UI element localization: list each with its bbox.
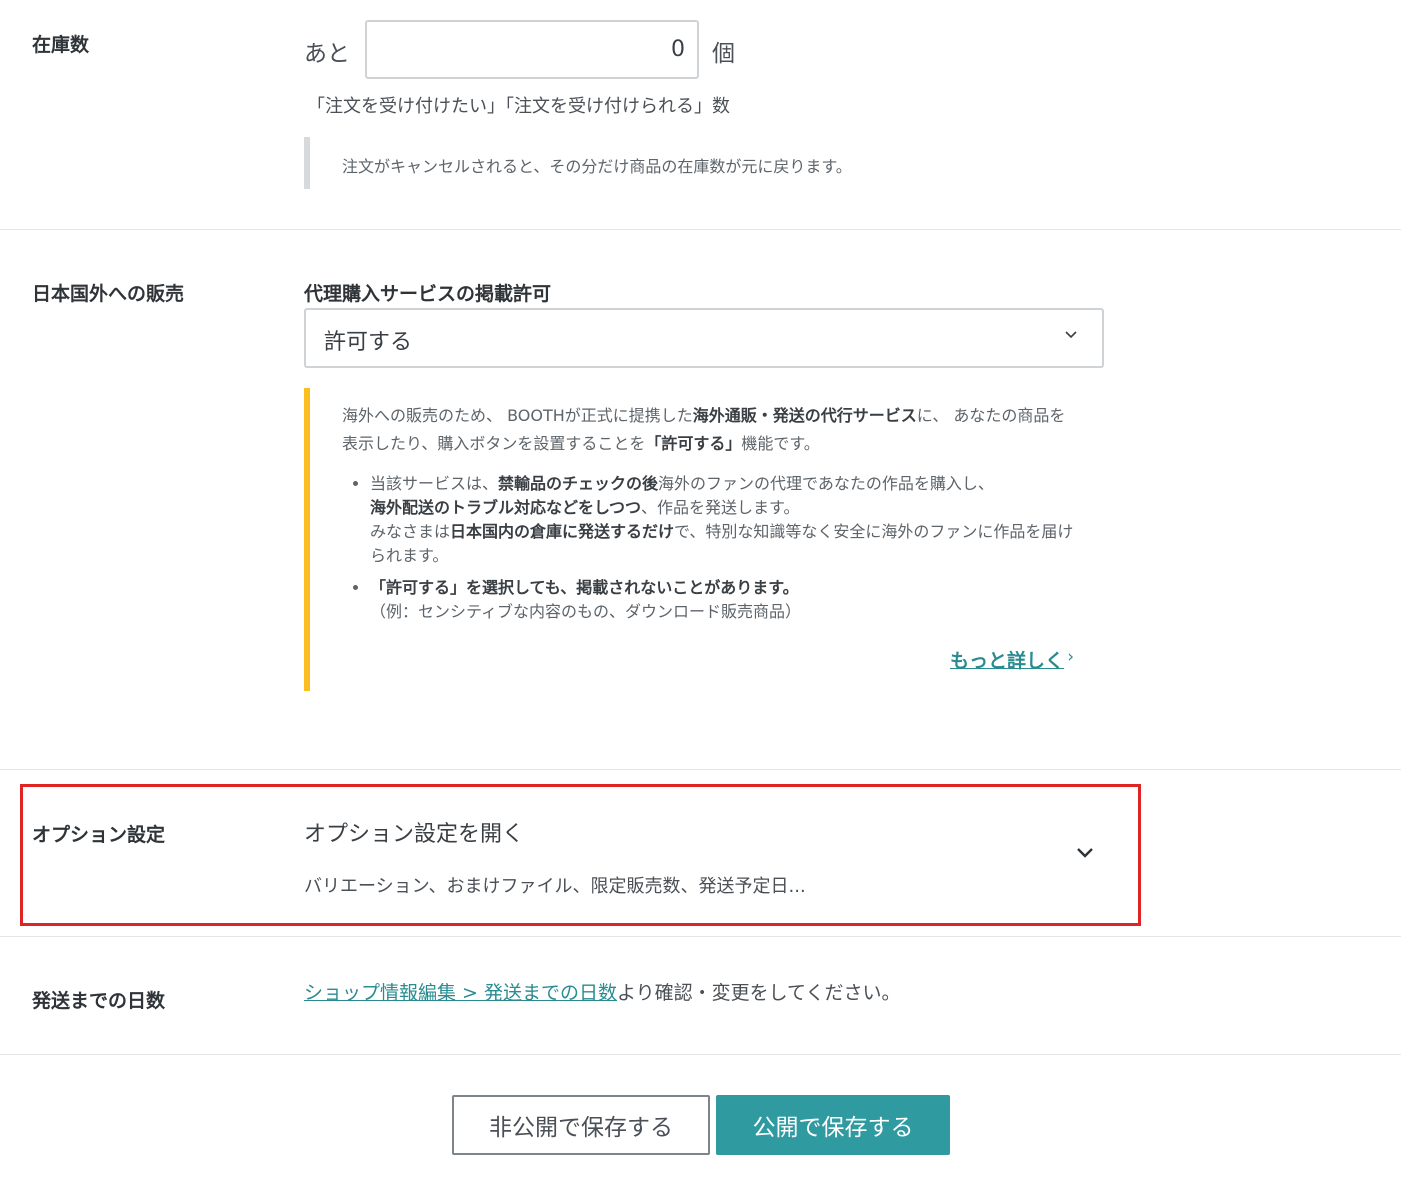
chevron-down-icon[interactable] xyxy=(1074,842,1096,864)
proxy-permission-title: 代理購入サービスの掲載許可 xyxy=(304,283,552,305)
divider xyxy=(0,769,1401,770)
divider xyxy=(0,1054,1401,1055)
list-item: 「許可する」を選択しても、掲載されないことがあります。 （例：センシティブな内容… xyxy=(370,576,1074,624)
save-private-button[interactable]: 非公開で保存する xyxy=(452,1095,710,1155)
stock-quantity-input[interactable] xyxy=(365,20,699,79)
more-details-link[interactable]: もっと詳しく xyxy=(950,647,1064,675)
stock-suffix: 個 xyxy=(712,41,735,67)
proxy-note-intro: 海外への販売のため、 BOOTHが正式に提携した海外通販・発送の代行サービスに、… xyxy=(342,406,1066,453)
stock-prefix: あと xyxy=(304,41,350,67)
overseas-label: 日本国外への販売 xyxy=(32,283,185,305)
option-label: オプション設定 xyxy=(32,824,166,846)
option-settings-toggle[interactable] xyxy=(20,784,1141,926)
chevron-right-icon: › xyxy=(1067,647,1074,667)
shipping-label: 発送までの日数 xyxy=(32,990,166,1012)
divider xyxy=(0,936,1401,937)
stock-help-text: 「注文を受け付けたい」「注文を受け付けられる」数 xyxy=(307,96,730,117)
divider xyxy=(0,229,1401,230)
proxy-service-note: 海外への販売のため、 BOOTHが正式に提携した海外通販・発送の代行サービスに、… xyxy=(304,388,1104,691)
list-item: 当該サービスは、禁輸品のチェックの後海外のファンの代理であなたの作品を購入し、 … xyxy=(370,472,1074,568)
option-settings-summary: バリエーション、おまけファイル、限定販売数、発送予定日... xyxy=(304,876,806,897)
shop-settings-link[interactable]: ショップ情報編集 > 発送までの日数 xyxy=(304,982,617,1004)
stock-label: 在庫数 xyxy=(32,34,90,56)
option-settings-title: オプション設定を開く xyxy=(304,822,525,847)
stock-note: 注文がキャンセルされると、その分だけ商品の在庫数が元に戻ります。 xyxy=(304,137,944,189)
shipping-text: ショップ情報編集 > 発送までの日数より確認・変更をしてください。 xyxy=(304,978,900,1005)
proxy-note-list: 当該サービスは、禁輸品のチェックの後海外のファンの代理であなたの作品を購入し、 … xyxy=(342,472,1074,624)
shipping-text-suffix: より確認・変更をしてください。 xyxy=(617,982,901,1004)
proxy-permission-select[interactable]: 許可する xyxy=(304,308,1104,368)
chevron-down-icon xyxy=(1065,331,1077,339)
save-public-button[interactable]: 公開で保存する xyxy=(716,1095,950,1155)
stock-note-text: 注文がキャンセルされると、その分だけ商品の在庫数が元に戻ります。 xyxy=(342,157,852,176)
proxy-permission-value: 許可する xyxy=(324,330,413,355)
